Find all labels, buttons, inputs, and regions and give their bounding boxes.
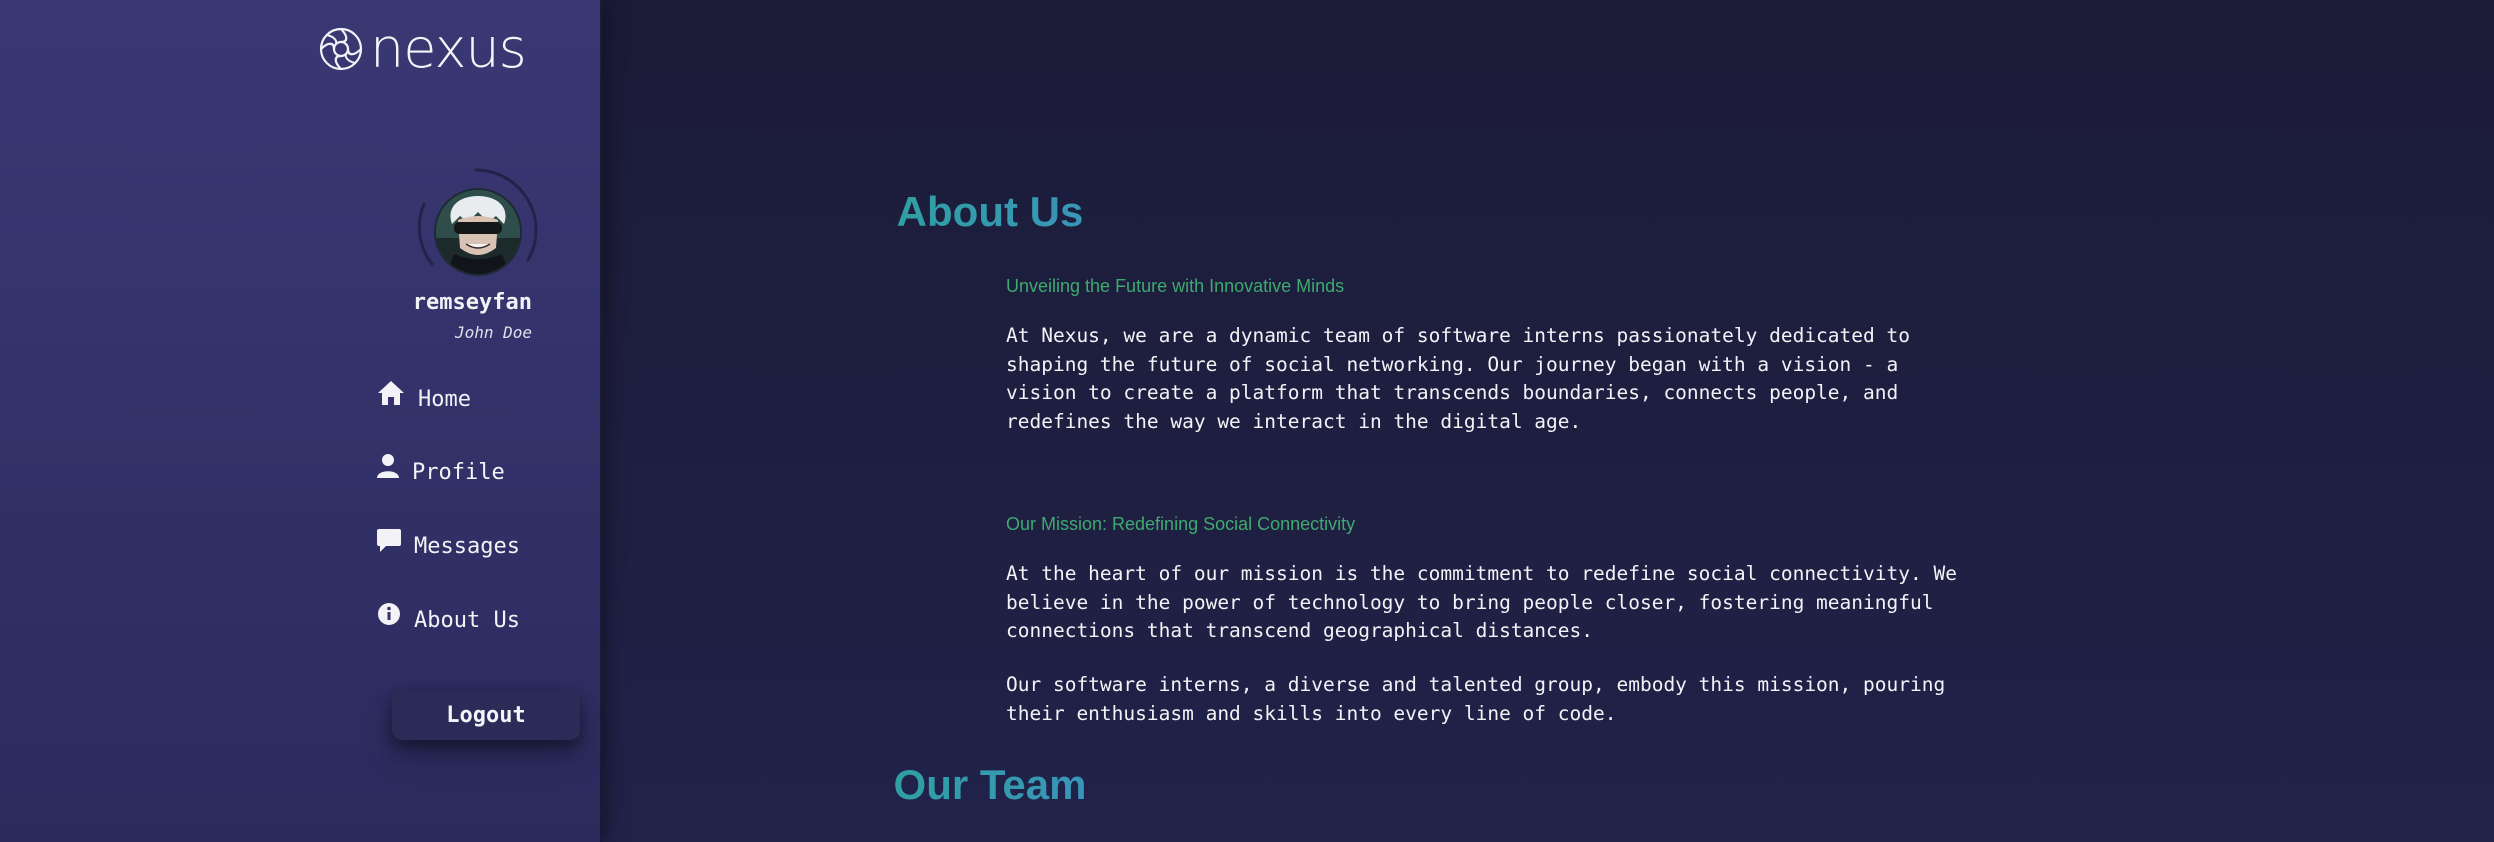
chat-bubble-icon (376, 525, 402, 555)
section-subtitle: Our Mission: Redefining Social Connectiv… (1006, 514, 1356, 534)
avatar-image (436, 190, 520, 274)
nav-item-about-us[interactable]: About Us (376, 603, 520, 635)
logout-button[interactable]: Logout (392, 690, 580, 740)
user-full-name: John Doe (454, 323, 532, 342)
nav-item-label: About Us (414, 607, 520, 633)
user-icon (376, 451, 400, 481)
section-subtitle: Unveiling the Future with Innovative Min… (1006, 276, 1345, 296)
avatar (434, 188, 522, 276)
section-paragraph: At the heart of our mission is the commi… (1006, 562, 1957, 643)
team-title: Our Team (790, 761, 1190, 809)
logo[interactable]: nexus (318, 17, 527, 80)
section-paragraph: At Nexus, we are a dynamic team of softw… (1006, 324, 1910, 433)
logo-text: nexus (370, 17, 527, 80)
nav-item-profile[interactable]: Profile (376, 454, 505, 487)
avatar-container[interactable] (410, 164, 542, 296)
section-paragraph: Our software interns, a diverse and tale… (1006, 673, 1946, 725)
nav-item-label: Home (418, 386, 471, 412)
page-title: About Us (790, 188, 1190, 236)
home-icon (376, 378, 406, 408)
nexus-logo-icon (319, 27, 363, 71)
nav-item-home[interactable]: Home (376, 381, 471, 414)
sidebar: nexus remseyfan John Doe Home Profile Me… (0, 0, 602, 842)
username: remseyfan (412, 290, 532, 315)
nav-item-label: Profile (412, 459, 505, 485)
nav-item-label: Messages (414, 533, 520, 559)
info-icon (376, 599, 402, 629)
nav-item-messages[interactable]: Messages (376, 529, 520, 561)
